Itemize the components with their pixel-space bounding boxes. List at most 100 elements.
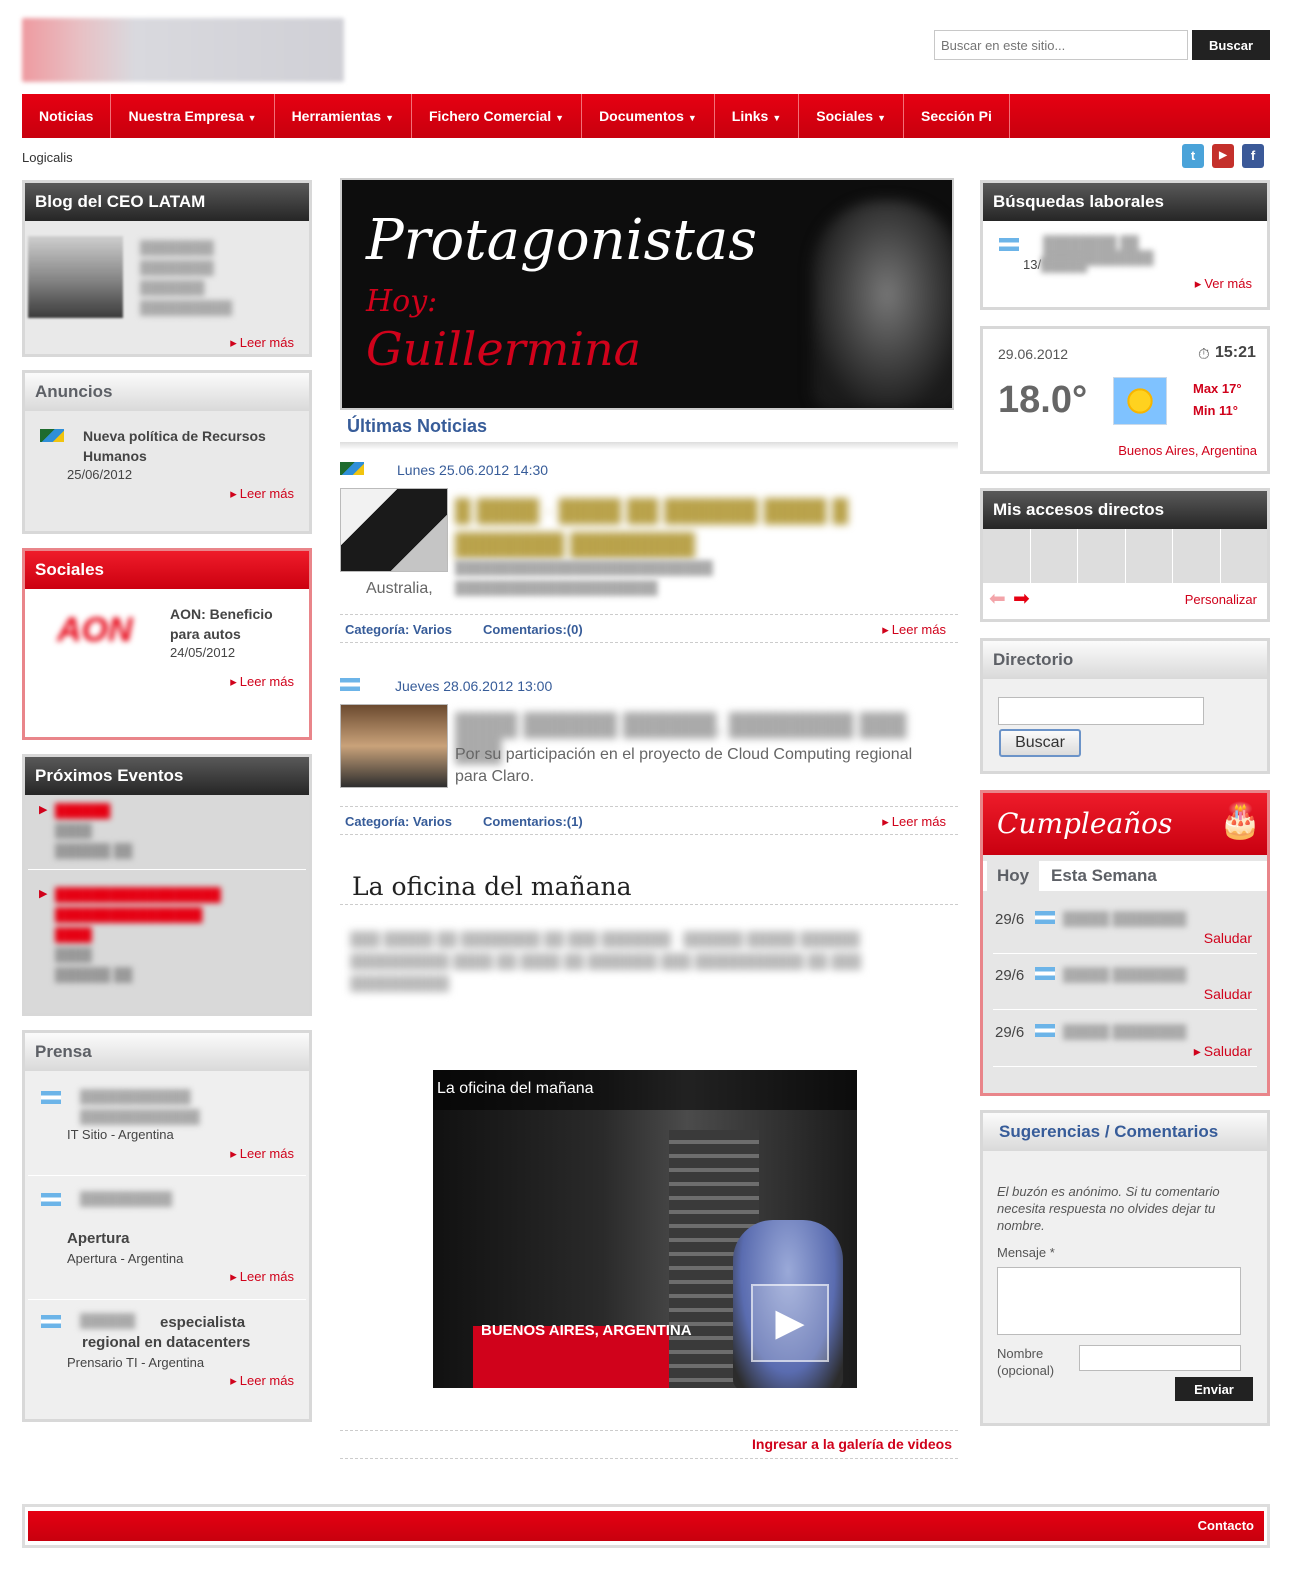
banner-name: Guillermina [366, 322, 642, 376]
contacto-link[interactable]: Contacto [1198, 1518, 1254, 1533]
news-category[interactable]: Categoría: Varios [345, 622, 452, 637]
nav-item-links[interactable]: Links ▼ [715, 94, 800, 138]
twitter-icon[interactable]: t [1182, 144, 1204, 168]
event-item[interactable]: ██████████████████ ████████████████ ████ ██… [55, 885, 295, 985]
nav-item-herramientas[interactable]: Herramientas ▼ [275, 94, 412, 138]
directorio-search-input[interactable] [998, 697, 1204, 725]
nav-label: Nuestra Empresa [128, 108, 244, 124]
flag-ar-icon [41, 1193, 61, 1206]
busquedas-box: Búsquedas laborales ████████ ██ ████████… [980, 180, 1270, 310]
video-gallery-link[interactable]: Ingresar a la galería de videos [752, 1436, 952, 1452]
prensa-item-title[interactable]: especialista regional en datacenters [82, 1313, 282, 1353]
nav-label: Herramientas [291, 108, 382, 124]
sociales-item-date: 24/05/2012 [170, 645, 236, 660]
tab-hoy[interactable]: Hoy [987, 861, 1039, 891]
news-excerpt-blurred: ████████████████████████████ [455, 560, 713, 575]
leer-mas-link[interactable]: Leer más [230, 1146, 294, 1161]
prensa-item-title[interactable]: ████████████ █████████████ [80, 1087, 290, 1127]
shortcut-slot[interactable] [1173, 529, 1221, 583]
busquedas-title: Búsquedas laborales [983, 183, 1267, 221]
nav-label: Sociales [816, 108, 874, 124]
prensa-item-title[interactable]: Apertura [67, 1230, 130, 1247]
chevron-down-icon: ▼ [555, 113, 565, 123]
nav-item-fichero-comercial[interactable]: Fichero Comercial ▼ [412, 94, 583, 138]
search-button[interactable]: Buscar [1192, 30, 1270, 60]
sociales-item-title[interactable]: AON: Beneficio para autos [170, 604, 295, 644]
site-logo[interactable] [22, 18, 344, 82]
leer-mas-link[interactable]: Leer más [230, 674, 294, 689]
facebook-icon[interactable]: f [1242, 144, 1264, 168]
directorio-box: Directorio Buscar [980, 638, 1270, 774]
bullet-icon: ▶ [39, 888, 48, 900]
aon-logo: AON [57, 611, 133, 649]
saludar-link[interactable]: Saludar [1194, 1043, 1252, 1059]
play-icon[interactable]: ▶ [751, 1284, 829, 1362]
news-thumbnail[interactable] [340, 488, 448, 572]
flag-ar-icon [41, 1315, 61, 1328]
footer-bar: Contacto [28, 1511, 1264, 1541]
search-input[interactable] [934, 30, 1188, 60]
chevron-down-icon: ▼ [385, 113, 394, 123]
enviar-button[interactable]: Enviar [1175, 1377, 1253, 1401]
anuncio-title[interactable]: Nueva política de Recursos Humanos [83, 426, 298, 466]
saludar-link[interactable]: Saludar [1204, 930, 1252, 946]
ver-mas-link[interactable]: Ver más [1195, 276, 1252, 291]
nav-item-seccion-pi[interactable]: Sección Pi [904, 94, 1010, 138]
cake-icon: 🎂 [1219, 802, 1262, 840]
youtube-icon[interactable]: ▶ [1212, 144, 1234, 168]
news-snippet: Australia, [366, 580, 433, 597]
news-thumbnail[interactable] [340, 704, 448, 788]
main-nav: Noticias Nuestra Empresa ▼ Herramientas ▼ … [22, 94, 1270, 138]
nav-item-noticias[interactable]: Noticias [22, 94, 112, 138]
leer-mas-link[interactable]: Leer más [230, 335, 294, 350]
nav-item-nuestra-empresa[interactable]: Nuestra Empresa ▼ [111, 94, 275, 138]
prensa-item-title-blurred: ██████████ [80, 1191, 173, 1206]
shortcut-slot[interactable] [1220, 529, 1267, 583]
shortcut-slot[interactable] [1078, 529, 1126, 583]
flag-ar-icon [1035, 967, 1055, 980]
tab-esta-semana[interactable]: Esta Semana [1051, 861, 1157, 891]
chevron-down-icon: ▼ [687, 113, 697, 123]
weather-time: 15:21 [1215, 344, 1256, 361]
prensa-item-source: Prensario TI - Argentina [67, 1355, 205, 1370]
protagonistas-banner[interactable]: Protagonistas Hoy: Guillermina [340, 178, 954, 410]
news-title-blurred[interactable]: █ ████ · ████ ██ ██████ ████ █ ███████ ██… [455, 494, 905, 562]
sugerencias-box: Sugerencias / Comentarios El buzón es an… [980, 1110, 1270, 1426]
leer-mas-link[interactable]: Leer más [882, 814, 946, 829]
weather-box: 29.06.2012 ⏱ 15:21 18.0° Max 17° Min 11°… [980, 326, 1270, 474]
chevron-down-icon: ▼ [247, 113, 257, 123]
arrow-left-icon[interactable]: ⬅ [989, 586, 1006, 611]
bullet-icon: ▶ [39, 804, 48, 816]
shortcut-slots [983, 529, 1267, 583]
personalizar-link[interactable]: Personalizar [1185, 592, 1257, 607]
flag-icon [340, 462, 364, 475]
nav-item-sociales[interactable]: Sociales ▼ [799, 94, 905, 138]
video-title: La oficina del mañana [437, 1080, 594, 1097]
nav-item-documentos[interactable]: Documentos ▼ [582, 94, 715, 138]
news-category[interactable]: Categoría: Varios [345, 814, 452, 829]
leer-mas-link[interactable]: Leer más [882, 622, 946, 637]
message-textarea[interactable] [997, 1267, 1241, 1335]
prensa-box: Prensa ████████████ █████████████ IT Siti… [22, 1030, 312, 1422]
shortcut-slot[interactable] [1030, 529, 1078, 583]
name-label: Nombre (opcional) [997, 1346, 1055, 1378]
directorio-search-button[interactable]: Buscar [999, 729, 1081, 757]
name-input[interactable] [1079, 1345, 1241, 1371]
news-comments[interactable]: Comentarios:(1) [483, 814, 583, 829]
sugerencias-note: El buzón es anónimo. Si tu comentario ne… [997, 1184, 1220, 1233]
shortcut-slot[interactable] [983, 529, 1031, 583]
event-item[interactable]: ██████ ████ ██████ ██ [55, 801, 155, 861]
weather-location: Buenos Aires, Argentina [1118, 443, 1257, 458]
nav-label: Sección Pi [921, 108, 992, 124]
leer-mas-link[interactable]: Leer más [230, 486, 294, 501]
nav-label: Fichero Comercial [428, 108, 552, 124]
breadcrumb[interactable]: Logicalis [22, 150, 73, 165]
video-player[interactable]: La oficina del mañana BUENOS AIRES, ARGE… [433, 1070, 857, 1388]
arrow-right-icon[interactable]: ➡ [1013, 586, 1030, 611]
news-comments[interactable]: Comentarios:(0) [483, 622, 583, 637]
leer-mas-link[interactable]: Leer más [230, 1269, 294, 1284]
shortcut-slot[interactable] [1125, 529, 1173, 583]
anuncios-box: Anuncios Nueva política de Recursos Huma… [22, 370, 312, 534]
saludar-link[interactable]: Saludar [1204, 986, 1252, 1002]
leer-mas-link[interactable]: Leer más [230, 1373, 294, 1388]
